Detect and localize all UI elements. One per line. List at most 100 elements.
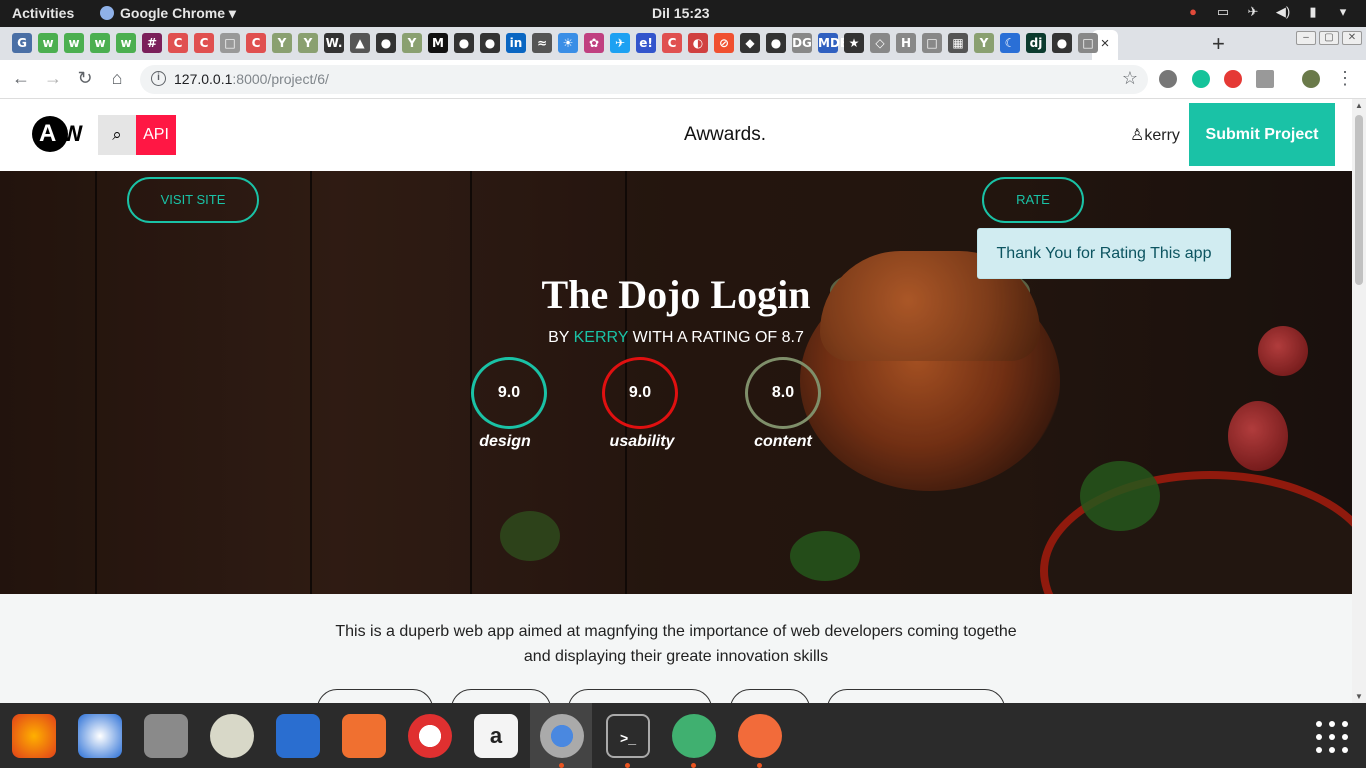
tab-favicon[interactable]: ◐ (688, 33, 708, 53)
tab-favicon[interactable]: Y (974, 33, 994, 53)
volume-icon[interactable]: ◀) (1274, 4, 1292, 20)
tab-favicon[interactable]: G (12, 33, 32, 53)
home-icon[interactable]: ⌂ (106, 68, 128, 89)
scrollbar-thumb[interactable] (1355, 115, 1363, 285)
tab-favicon[interactable]: Y (298, 33, 318, 53)
back-icon[interactable]: ← (10, 68, 32, 89)
tab-favicon[interactable]: C (662, 33, 682, 53)
tab-favicon[interactable]: ✿ (584, 33, 604, 53)
tab-favicon[interactable]: w (90, 33, 110, 53)
author-link[interactable]: KERRY (574, 329, 629, 346)
visit-site-button[interactable]: VISIT SITE (127, 177, 259, 223)
rate-button[interactable]: RATE (982, 177, 1084, 223)
profile-avatar[interactable] (1302, 70, 1320, 88)
site-info-icon[interactable]: i (151, 71, 166, 86)
files-icon[interactable] (144, 714, 188, 758)
system-tray[interactable]: ● ▭ ✈ ◀) ▮ ▾ (1184, 4, 1352, 20)
tab-favicon[interactable]: Y (272, 33, 292, 53)
reload-icon[interactable]: ↻ (74, 68, 96, 89)
page-scrollbar[interactable]: ▲ ▼ (1352, 99, 1366, 703)
tab-favicon[interactable]: ▲ (350, 33, 370, 53)
terminal-icon[interactable]: >_ (606, 714, 650, 758)
address-bar[interactable]: i 127.0.0.1:8000/project/6/ ☆ (140, 65, 1148, 94)
submit-project-button[interactable]: Submit Project (1189, 103, 1335, 166)
tab-favicon[interactable]: ● (454, 33, 474, 53)
tab-favicon[interactable]: ● (766, 33, 786, 53)
tab-favicon[interactable]: M (428, 33, 448, 53)
tab-favicon[interactable]: □ (220, 33, 240, 53)
software-center-icon[interactable] (342, 714, 386, 758)
search-button[interactable]: ⌕ (98, 115, 136, 155)
tab-favicon[interactable]: □ (1078, 33, 1098, 53)
tab-favicon[interactable]: w (64, 33, 84, 53)
tag-button[interactable] (568, 689, 712, 703)
scroll-down-icon[interactable]: ▼ (1355, 692, 1363, 701)
thunderbird-icon[interactable] (78, 714, 122, 758)
tab-favicon[interactable]: ≈ (532, 33, 552, 53)
url-text[interactable]: 127.0.0.1:8000/project/6/ (174, 71, 329, 87)
tab-favicon[interactable]: MDB (818, 33, 849, 53)
tab-favicon[interactable]: ⊘ (714, 33, 734, 53)
show-applications-icon[interactable] (1316, 721, 1350, 755)
tab-favicon[interactable]: Y (402, 33, 422, 53)
tab-favicon[interactable]: in (506, 33, 526, 53)
maximize-button[interactable]: ▢ (1319, 31, 1339, 45)
tab-favicon[interactable]: H (896, 33, 916, 53)
scroll-up-icon[interactable]: ▲ (1355, 101, 1363, 110)
tab-favicon[interactable]: e! (636, 33, 656, 53)
rhythmbox-icon[interactable] (210, 714, 254, 758)
app-menu[interactable]: Google Chrome ▾ (100, 5, 236, 22)
extension-icon[interactable] (1224, 70, 1242, 88)
tab-favicon[interactable]: DG (792, 33, 812, 53)
tab-favicon[interactable]: w (116, 33, 136, 53)
user-link[interactable]: ♙kerry (1130, 125, 1180, 145)
site-brand[interactable]: Awwards. (684, 124, 766, 146)
tab-favicon[interactable]: # (142, 33, 162, 53)
tab-favicon[interactable]: C (168, 33, 188, 53)
minimize-button[interactable]: – (1296, 31, 1316, 45)
tab-favicon[interactable]: ● (1052, 33, 1072, 53)
api-button[interactable]: API (136, 115, 176, 155)
postman-icon[interactable] (738, 714, 782, 758)
close-tab-icon[interactable]: × (1101, 35, 1110, 52)
tab-favicon[interactable]: C (246, 33, 266, 53)
tab-favicon[interactable]: ▦ (948, 33, 968, 53)
chrome-icon[interactable] (540, 714, 584, 758)
menu-icon[interactable]: ⋮ (1334, 68, 1356, 89)
power-menu-icon[interactable]: ▾ (1334, 4, 1352, 20)
tab-favicon[interactable]: ★ (844, 33, 864, 53)
bookmark-star-icon[interactable]: ☆ (1122, 68, 1138, 89)
tab-favicon[interactable]: ◇ (870, 33, 890, 53)
airplane-icon[interactable]: ✈ (1244, 4, 1262, 20)
tab-favicon[interactable]: ◆ (740, 33, 760, 53)
close-window-button[interactable]: ✕ (1342, 31, 1362, 45)
tab-favicon[interactable]: C (194, 33, 214, 53)
clock[interactable]: Dil 15:23 (652, 5, 710, 21)
tab-favicon[interactable]: ☀ (558, 33, 578, 53)
tag-button[interactable] (827, 689, 1005, 703)
tab-favicon[interactable]: ✈ (610, 33, 630, 53)
libreoffice-writer-icon[interactable] (276, 714, 320, 758)
tab-favicon[interactable]: ● (376, 33, 396, 53)
battery-icon[interactable]: ▮ (1304, 4, 1322, 20)
tab-favicon[interactable]: w (38, 33, 58, 53)
tag-button[interactable] (451, 689, 551, 703)
tab-favicon[interactable]: dj (1026, 33, 1046, 53)
tag-button[interactable] (317, 689, 433, 703)
tab-favicon[interactable]: ☾ (1000, 33, 1020, 53)
site-logo[interactable]: AW (32, 116, 83, 152)
tab-favicon[interactable]: ● (480, 33, 500, 53)
forward-icon[interactable]: → (42, 68, 64, 89)
screen-icon[interactable]: ▭ (1214, 4, 1232, 20)
tab-favicon[interactable]: □ (922, 33, 942, 53)
tab-favicon[interactable]: W. (324, 33, 344, 53)
chrome-icon[interactable]: ● (1184, 4, 1202, 20)
grammarly-icon[interactable] (1192, 70, 1210, 88)
help-icon[interactable] (408, 714, 452, 758)
new-tab-button[interactable]: + (1212, 31, 1225, 57)
amazon-icon[interactable]: a (474, 714, 518, 758)
activities-button[interactable]: Activities (12, 5, 74, 21)
firefox-icon[interactable] (12, 714, 56, 758)
atom-icon[interactable] (672, 714, 716, 758)
extension-icon[interactable] (1256, 70, 1274, 88)
